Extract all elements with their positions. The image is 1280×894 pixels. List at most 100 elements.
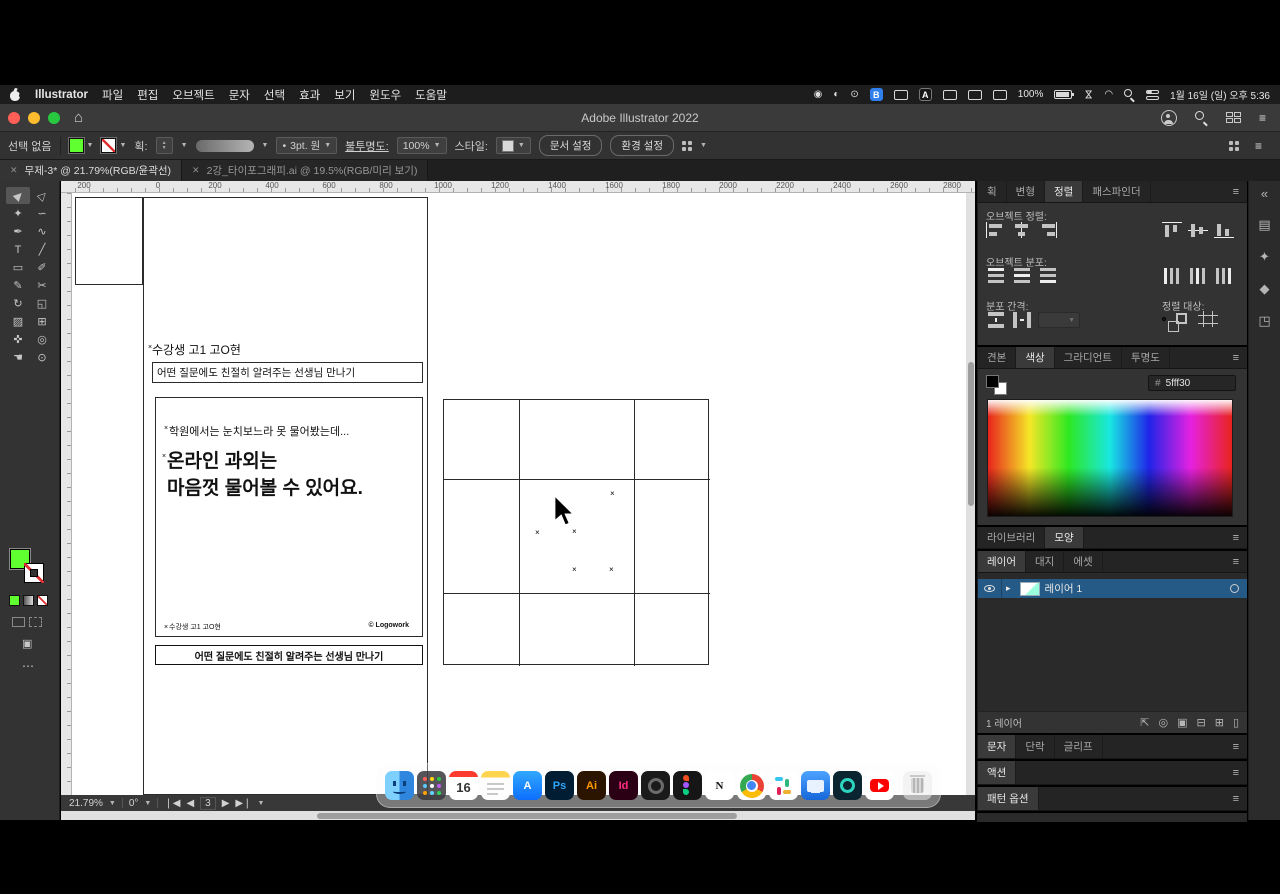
home-icon[interactable]: ⌂ — [74, 109, 83, 126]
screen-sharing-app-icon[interactable] — [801, 771, 830, 800]
align-vcenter-icon[interactable] — [1188, 222, 1208, 238]
vertical-spacing-icon[interactable] — [986, 312, 1006, 328]
rotation-dropdown-icon[interactable]: ▼ — [144, 800, 151, 807]
tab-appearance[interactable]: 모양 — [1045, 527, 1084, 548]
eyedropper-tool[interactable]: ✜ — [6, 331, 30, 348]
tab-transform[interactable]: 변형 — [1007, 181, 1045, 202]
color-spectrum[interactable] — [987, 399, 1233, 517]
adjacent-artboard-outline[interactable] — [75, 197, 143, 285]
appstore-icon[interactable]: A — [513, 771, 542, 800]
scrollbar-thumb[interactable] — [316, 812, 738, 819]
align-to-selection-button[interactable] — [1162, 317, 1179, 332]
trash-icon[interactable] — [903, 771, 932, 800]
panel-menu-icon[interactable]: ≡ — [1225, 793, 1247, 805]
doc-tab-untitled3[interactable]: ✕ 무제-3* @ 21.79%(RGB/윤곽선) — [0, 160, 183, 181]
color-button[interactable] — [9, 595, 20, 606]
apple-menu-icon[interactable] — [10, 87, 24, 101]
hex-color-field[interactable]: # 5fff30 — [1148, 375, 1236, 391]
type-tool[interactable]: T — [6, 241, 30, 258]
locate-object-icon[interactable]: ◎ — [1158, 716, 1168, 729]
tab-pathfinder[interactable]: 패스파인더 — [1083, 181, 1151, 202]
titlebar-menu-icon[interactable]: ≡ — [1259, 111, 1266, 125]
control-menu-icon[interactable]: ≡ — [1255, 139, 1262, 153]
align-to-artboard-icon[interactable] — [1198, 311, 1218, 327]
stepper-icon[interactable]: ▲ ▼ — [162, 140, 167, 151]
menu-object[interactable]: 오브젝트 — [172, 87, 214, 103]
tab-glyphs[interactable]: 글리프 — [1055, 735, 1103, 758]
rectangle-tool[interactable]: ▭ — [6, 259, 30, 276]
menu-type[interactable]: 문자 — [229, 87, 250, 103]
document-setup-button[interactable]: 문서 설정 — [538, 135, 603, 156]
panel-menu-icon[interactable]: ≡ — [1225, 186, 1247, 198]
minimize-window-button[interactable] — [28, 111, 40, 124]
scrollbar-thumb[interactable] — [967, 361, 974, 507]
none-button[interactable] — [37, 595, 48, 606]
tab-align[interactable]: 정렬 — [1045, 181, 1084, 202]
align-right-icon[interactable] — [1038, 222, 1058, 238]
tab-color[interactable]: 색상 — [1016, 347, 1055, 368]
student-text-object[interactable]: 수강생 고1 고O현 — [152, 341, 241, 358]
ruler-corner[interactable] — [61, 181, 72, 193]
app-menu-title[interactable]: Illustrator — [35, 89, 88, 101]
stroke-weight-dropdown-icon[interactable]: ▼ — [181, 142, 188, 149]
make-mask-icon[interactable]: ▣ — [1177, 716, 1187, 729]
monitor-menu-icon[interactable] — [992, 89, 1007, 100]
menubar-clock[interactable]: 1월 16일 (일) 오후 5:36 — [1170, 87, 1270, 102]
gradient-tool[interactable]: ▨ — [6, 313, 30, 330]
new-layer-icon[interactable]: ⊞ — [1215, 716, 1224, 729]
panel-menu-icon[interactable]: ≡ — [1225, 532, 1247, 544]
rotate-tool[interactable]: ↻ — [6, 295, 30, 312]
launchpad-icon[interactable] — [417, 771, 446, 800]
wifi-icon[interactable]: ◠ — [1104, 89, 1113, 100]
account-icon[interactable] — [1160, 109, 1177, 126]
zoom-tool[interactable]: ⊙ — [30, 349, 54, 366]
visibility-cell[interactable] — [978, 579, 1002, 598]
collect-for-export-icon[interactable]: ⇱ — [1140, 716, 1149, 729]
distribute-left-icon[interactable] — [1162, 268, 1182, 284]
notes-icon[interactable] — [481, 771, 510, 800]
zoom-window-button[interactable] — [48, 111, 60, 124]
next-artboard-button[interactable]: ▶ — [222, 798, 230, 809]
close-window-button[interactable] — [8, 111, 20, 124]
artboard-dropdown-icon[interactable]: ▼ — [257, 800, 264, 807]
align-hcenter-icon[interactable] — [1012, 222, 1032, 238]
distribute-right-icon[interactable] — [1214, 268, 1234, 284]
pencil-tool[interactable]: ✎ — [6, 277, 30, 294]
tab-gradient[interactable]: 그라디언트 — [1055, 347, 1122, 368]
tab-artboards[interactable]: 대지 — [1026, 551, 1065, 572]
hand-tool[interactable]: ☚ — [6, 349, 30, 366]
fill-stroke-indicator[interactable] — [986, 375, 1012, 397]
last-artboard-button[interactable]: ▶❘ — [235, 798, 251, 809]
battery-icon[interactable] — [1054, 90, 1075, 99]
opacity-field[interactable]: 100% ▼ — [396, 137, 447, 154]
indesign-icon[interactable]: Id — [609, 771, 638, 800]
stroke-weight-field[interactable]: ▲ ▼ — [155, 137, 173, 154]
panel-menu-icon[interactable]: ≡ — [1225, 741, 1247, 753]
preferences-button[interactable]: 환경 설정 — [610, 135, 674, 156]
status-circle-icon[interactable]: ◐ — [833, 89, 839, 100]
curvature-tool[interactable]: ∿ — [30, 223, 54, 240]
close-tab-icon[interactable]: ✕ — [192, 165, 200, 176]
tab-libraries[interactable]: 라이브러리 — [978, 527, 1046, 548]
control-center-icon[interactable] — [1146, 89, 1160, 101]
tab-actions[interactable]: 액션 — [978, 761, 1017, 784]
zoom-level[interactable]: 21.79% — [69, 798, 103, 809]
tab-swatches[interactable]: 견본 — [978, 347, 1017, 368]
brushes-dock-icon[interactable]: ✦ — [1259, 249, 1270, 265]
scissors-tool[interactable]: ✂ — [30, 277, 54, 294]
mesh-tool[interactable]: ⊞ — [30, 313, 54, 330]
line-segment-tool[interactable]: ╱ — [30, 241, 54, 258]
illustrator-icon[interactable]: Ai — [577, 771, 606, 800]
prev-artboard-button[interactable]: ◀ — [186, 798, 194, 809]
menu-effect[interactable]: 효과 — [299, 87, 320, 103]
spacing-value-select[interactable]: ▼ — [1038, 312, 1080, 328]
libraries-dock-icon[interactable]: ▤ — [1258, 217, 1270, 233]
distribute-hcenter-icon[interactable] — [1188, 268, 1208, 284]
youtube-icon[interactable] — [865, 771, 894, 800]
brush-definition-preview[interactable] — [195, 139, 254, 152]
width-profile-field[interactable]: • 3pt. 원 ▼ — [276, 137, 338, 154]
tab-transparency[interactable]: 투명도 — [1122, 347, 1170, 368]
menu-file[interactable]: 파일 — [102, 87, 123, 103]
horizontal-scrollbar[interactable] — [61, 811, 975, 820]
vertical-scrollbar[interactable] — [966, 193, 975, 795]
